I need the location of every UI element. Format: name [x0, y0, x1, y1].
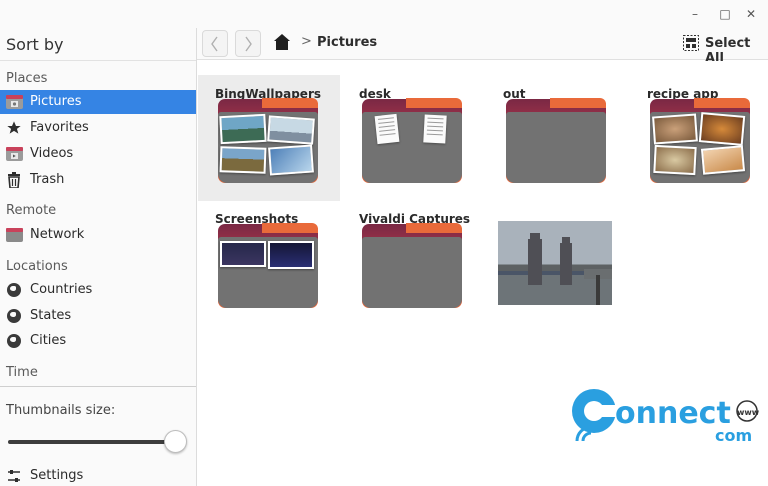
chevron-left-icon [211, 36, 218, 52]
document-thumb [423, 114, 447, 144]
folder-icon [506, 98, 606, 183]
sidebar-item-label: Countries [30, 282, 93, 297]
folder-bingwallpapers[interactable]: BingWallpapers [198, 75, 340, 201]
sidebar-item-settings[interactable]: Settings [0, 464, 196, 486]
section-places: Places [6, 71, 48, 86]
bridge-tower [528, 239, 542, 285]
folder-icon [362, 223, 462, 308]
folder-out[interactable]: out [486, 75, 628, 201]
forward-button[interactable] [235, 30, 261, 57]
toolbar: > Pictures Select All [197, 28, 768, 66]
folder-desk[interactable]: desk [342, 75, 484, 201]
divider [0, 386, 196, 387]
photo-thumb [219, 146, 267, 174]
image-thumbnail[interactable] [498, 221, 612, 305]
watermark-logo: onnect www com [565, 385, 763, 445]
sidebar-item-label: Pictures [30, 94, 82, 109]
photo-thumb [653, 144, 697, 176]
select-all-icon [683, 35, 699, 51]
sidebar-item-network[interactable]: Network [0, 223, 196, 247]
bridge-tower [560, 243, 572, 285]
minimize-button[interactable]: – [686, 5, 704, 23]
sidebar-item-label: States [30, 308, 72, 323]
thumbnail-size-slider[interactable] [8, 440, 176, 444]
thumbnails-size-label: Thumbnails size: [6, 403, 116, 418]
sidebar-item-label: Trash [30, 172, 65, 187]
home-button[interactable] [273, 33, 291, 51]
photo-thumb [698, 112, 746, 146]
sidebar-item-label: Settings [30, 468, 84, 483]
trash-icon [6, 172, 23, 189]
folder-recipe-app[interactable]: recipe app [630, 75, 768, 201]
sidebar-item-countries[interactable]: Countries [0, 278, 196, 302]
network-folder-icon [6, 227, 23, 243]
svg-text:www: www [737, 408, 760, 417]
sidebar-item-states[interactable]: States [0, 304, 196, 328]
select-all-button[interactable]: Select All [681, 34, 767, 66]
photo-thumb [267, 115, 315, 145]
sidebar: Sort by Places Pictures Favorites Videos… [0, 28, 197, 486]
globe-icon [6, 308, 23, 324]
sidebar-item-cities[interactable]: Cities [0, 329, 196, 353]
photo-thumb [652, 113, 698, 145]
home-icon [274, 34, 290, 50]
star-icon [6, 120, 23, 136]
document-thumb [374, 113, 400, 145]
folder-icon [650, 98, 750, 183]
sort-by-button[interactable]: Sort by [6, 35, 64, 54]
section-time[interactable]: Time [6, 365, 38, 380]
sidebar-item-label: Network [30, 227, 85, 242]
chevron-right-icon [245, 36, 252, 52]
slider-handle[interactable] [164, 430, 187, 453]
sidebar-item-pictures[interactable]: Pictures [0, 90, 196, 114]
back-button[interactable] [202, 30, 228, 57]
settings-sliders-icon [6, 468, 23, 484]
maximize-button[interactable]: □ [716, 5, 734, 23]
folder-icon [218, 223, 318, 308]
breadcrumb-separator: > [301, 34, 312, 49]
close-button[interactable]: ✕ [742, 5, 760, 23]
photo-thumb [268, 144, 314, 176]
svg-text:onnect: onnect [615, 396, 731, 431]
file-grid: BingWallpapers desk out recipe app Scree… [198, 61, 768, 486]
globe-icon [6, 282, 23, 298]
sidebar-item-videos[interactable]: Videos [0, 142, 196, 166]
sidebar-item-label: Videos [30, 146, 74, 161]
videos-folder-icon [6, 146, 23, 162]
globe-icon [6, 333, 23, 349]
sidebar-item-label: Cities [30, 333, 67, 348]
sidebar-item-label: Favorites [30, 120, 89, 135]
photo-thumb [219, 113, 267, 145]
folder-icon [362, 98, 462, 183]
title-bar: – □ ✕ [0, 0, 768, 28]
folder-icon [218, 98, 318, 183]
section-remote: Remote [6, 203, 57, 218]
pictures-folder-icon [6, 94, 23, 110]
breadcrumb-pictures[interactable]: Pictures [317, 35, 377, 50]
screenshot-thumb [220, 241, 266, 267]
screenshot-thumb [268, 241, 314, 269]
photo-thumb [700, 145, 746, 175]
section-locations: Locations [6, 259, 68, 274]
divider [0, 60, 196, 61]
folder-vivaldi-captures[interactable]: Vivaldi Captures [342, 200, 484, 326]
sidebar-item-trash[interactable]: Trash [0, 168, 196, 192]
folder-screenshots[interactable]: Screenshots [198, 200, 340, 326]
sidebar-item-favorites[interactable]: Favorites [0, 116, 196, 140]
svg-text:com: com [715, 426, 752, 445]
